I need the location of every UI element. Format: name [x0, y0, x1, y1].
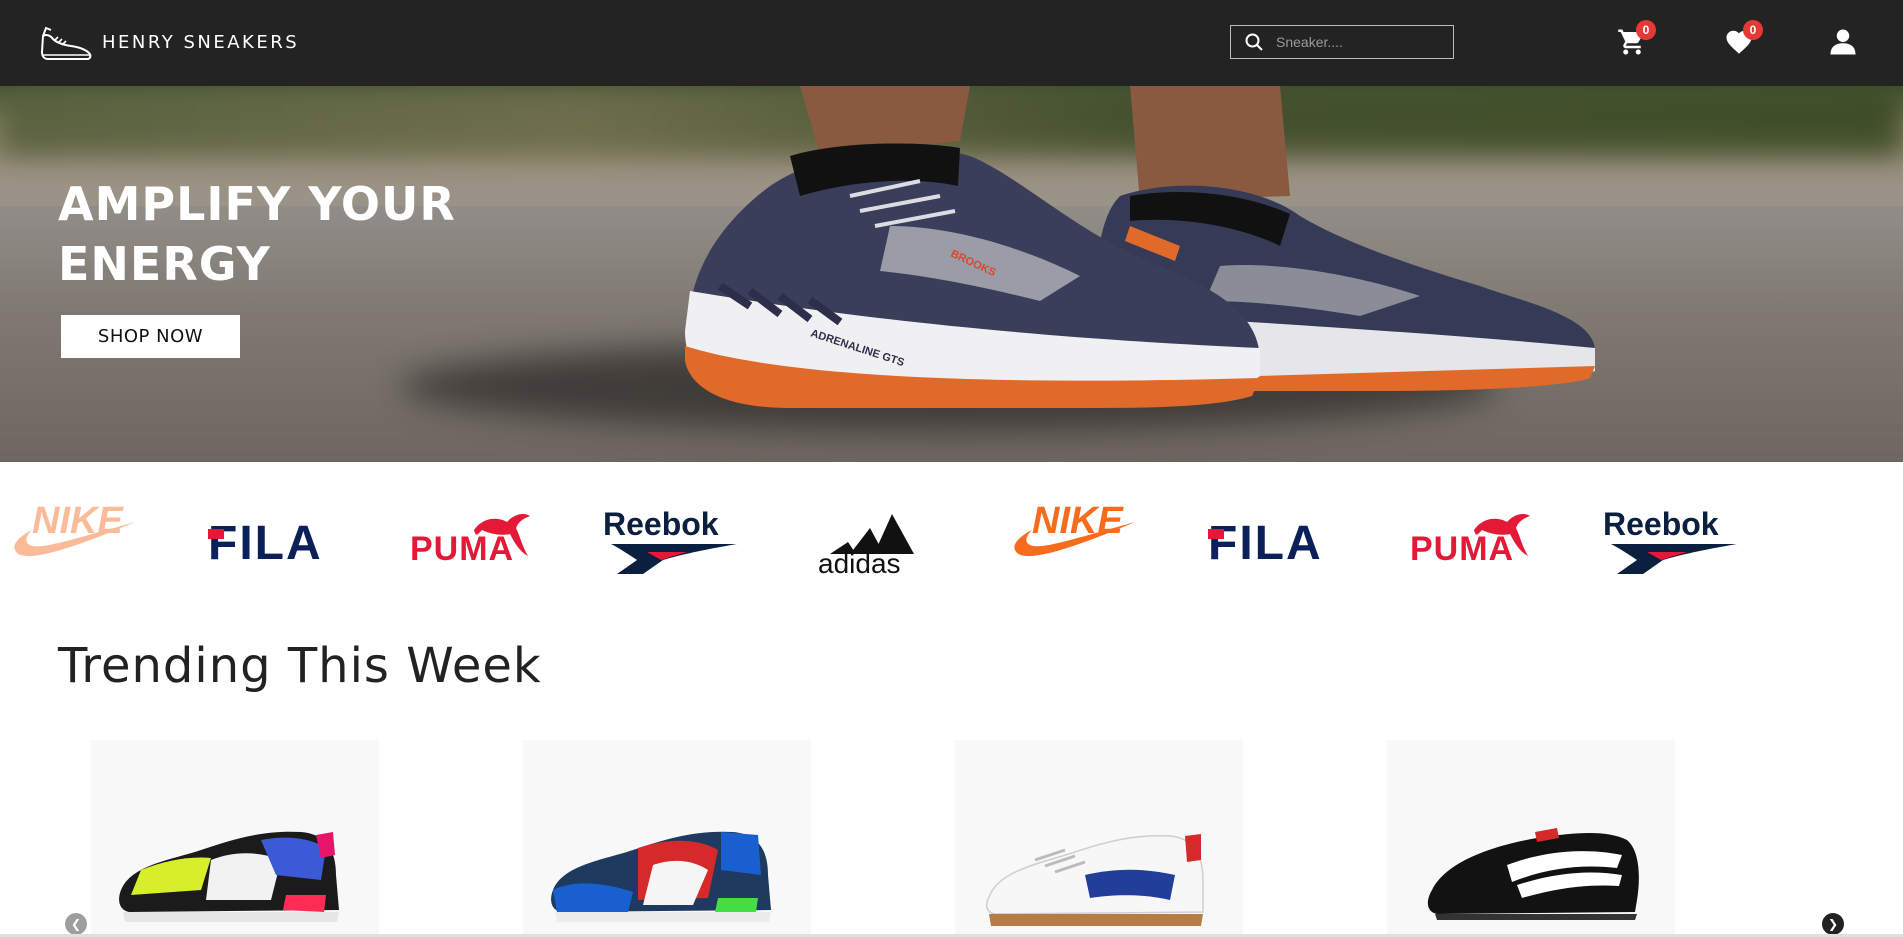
search-box[interactable] — [1230, 25, 1454, 59]
chevron-left-icon: ❮ — [70, 917, 82, 931]
carousel-next-button[interactable]: ❯ — [1822, 913, 1844, 935]
brand-name: Reebok — [1603, 506, 1719, 542]
brand-name: FILA — [1208, 517, 1323, 570]
hero-sneakers-image: ADRENALINE GTS BROOKS — [685, 86, 1595, 408]
product-card[interactable] — [1387, 740, 1675, 937]
puma-cat-icon — [474, 514, 530, 556]
cart-button[interactable]: 0 — [1614, 20, 1656, 60]
product-sneaker-image — [1427, 828, 1639, 920]
brand-logo-puma[interactable]: PUMA — [410, 510, 535, 570]
wishlist-count-badge: 0 — [1743, 20, 1763, 40]
brand-logo-reebok[interactable]: Reebok — [1603, 506, 1743, 576]
product-sneaker-image — [551, 831, 771, 922]
cart-count-badge: 0 — [1636, 20, 1656, 40]
chevron-right-icon: ❯ — [1827, 917, 1839, 931]
trending-title: Trending This Week — [58, 638, 542, 694]
brand-name: NIKE — [32, 500, 123, 542]
search-icon — [1245, 33, 1263, 51]
product-card[interactable] — [955, 740, 1243, 937]
hero-banner: ADRENALINE GTS BROOKS AMPLIFY YOUR ENERG… — [0, 86, 1903, 462]
hero-title: AMPLIFY YOUR ENERGY — [58, 177, 456, 291]
brand-logo-fila[interactable]: FILA — [1208, 517, 1330, 570]
brand-logo-reebok[interactable]: Reebok — [603, 506, 743, 576]
shoe-logo-icon — [40, 26, 92, 60]
brand-logo-puma[interactable]: PUMA — [1410, 510, 1535, 570]
logo-text: HENRY SNEAKERS — [102, 31, 300, 53]
fila-red-bar — [1208, 529, 1224, 539]
carousel-prev-button[interactable]: ❮ — [65, 913, 87, 935]
reebok-vector-icon — [1611, 544, 1737, 574]
product-sneaker-image — [985, 834, 1204, 926]
product-card[interactable] — [91, 740, 379, 937]
brand-logo-adidas[interactable]: adidas — [818, 508, 922, 579]
reebok-vector-icon — [611, 544, 737, 574]
brand-name: adidas — [818, 548, 901, 579]
fila-red-bar — [208, 529, 224, 539]
user-icon — [1830, 29, 1856, 55]
account-button[interactable] — [1825, 24, 1861, 60]
product-card[interactable] — [523, 740, 811, 937]
logo[interactable]: HENRY SNEAKERS — [40, 22, 299, 62]
brand-name: NIKE — [1032, 500, 1123, 542]
wishlist-button[interactable]: 0 — [1721, 20, 1763, 60]
top-nav: HENRY SNEAKERS 0 0 — [0, 0, 1903, 86]
brand-name: Reebok — [603, 506, 719, 542]
brand-name: FILA — [208, 517, 323, 570]
product-sneaker-image — [119, 831, 339, 922]
search-input[interactable] — [1276, 34, 1436, 50]
shop-now-button[interactable]: SHOP NOW — [61, 315, 240, 358]
brand-carousel: NIKE FILA PUMA Reebok adidas NIKE FILA P… — [0, 462, 1903, 622]
brand-logo-fila[interactable]: FILA — [208, 517, 330, 570]
brand-logo-nike[interactable]: NIKE — [10, 500, 140, 562]
puma-cat-icon — [1474, 514, 1530, 556]
brand-logo-nike[interactable]: NIKE — [1010, 500, 1140, 562]
